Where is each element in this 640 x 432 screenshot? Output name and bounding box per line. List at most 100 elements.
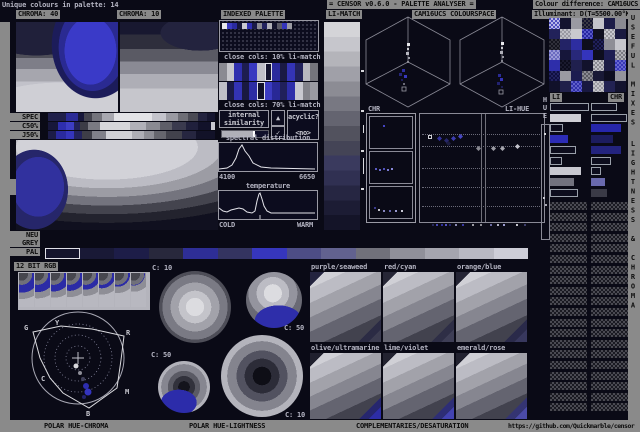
palette-swatch[interactable] <box>264 82 273 100</box>
mix-cell[interactable] <box>571 49 582 60</box>
mix-cell[interactable] <box>571 60 582 71</box>
palette-swatch[interactable] <box>279 63 288 81</box>
palette-swatch[interactable] <box>287 23 292 29</box>
mix-cell[interactable] <box>560 81 571 92</box>
mix-cell[interactable] <box>615 70 626 81</box>
palette-swatch[interactable] <box>256 63 265 81</box>
mix-cell[interactable] <box>571 70 582 81</box>
mix-cell[interactable] <box>560 49 571 60</box>
mix-cell[interactable] <box>604 49 615 60</box>
mix-cell[interactable] <box>560 70 571 81</box>
mix-cell[interactable] <box>560 18 571 29</box>
palette-swatch[interactable] <box>148 248 183 259</box>
palette-swatch[interactable] <box>249 63 257 81</box>
mix-cell[interactable] <box>549 18 560 29</box>
mix-cell[interactable] <box>604 39 615 50</box>
divider <box>481 114 482 222</box>
palette-swatch[interactable] <box>219 63 227 81</box>
mix-cell[interactable] <box>549 39 560 50</box>
palette-swatch[interactable] <box>241 63 250 81</box>
mix-cell[interactable] <box>593 39 604 50</box>
mix-cell[interactable] <box>571 39 582 50</box>
palette-swatch[interactable] <box>286 248 321 259</box>
mix-cell[interactable] <box>604 28 615 39</box>
mix-cell[interactable] <box>571 28 582 39</box>
mix-cell[interactable] <box>604 70 615 81</box>
mix-cell[interactable] <box>615 49 626 60</box>
palette-swatch[interactable] <box>310 63 318 81</box>
mix-cell[interactable] <box>593 81 604 92</box>
palette-swatch[interactable] <box>272 63 280 81</box>
mix-cell[interactable] <box>549 28 560 39</box>
palette-swatch[interactable] <box>459 248 494 259</box>
scroll-up-button[interactable]: ▲ <box>271 110 285 126</box>
mix-cell[interactable] <box>593 49 604 60</box>
mix-cell[interactable] <box>593 60 604 71</box>
palette-swatch[interactable] <box>493 248 528 259</box>
github-url-link[interactable]: https://github.com/Quickmarble/censor <box>508 422 635 430</box>
mix-cell[interactable] <box>615 28 626 39</box>
mix-cell[interactable] <box>582 39 593 50</box>
mix-cell[interactable] <box>593 18 604 29</box>
palette-swatch[interactable] <box>219 82 227 100</box>
mix-cell[interactable] <box>604 18 615 29</box>
data-point <box>451 136 456 141</box>
colour-difference-setting[interactable]: Colour difference: CAM16UCS <box>533 0 640 9</box>
app-title: = CENSOR v0.6.0 - PALETTE ANALYSER = <box>327 0 476 9</box>
palette-swatch[interactable] <box>45 248 80 259</box>
placeholder-bar <box>591 233 628 242</box>
palette-swatch[interactable] <box>264 63 273 81</box>
mix-cell[interactable] <box>604 60 615 71</box>
palette-swatch[interactable] <box>390 248 425 259</box>
mix-cell[interactable] <box>582 60 593 71</box>
palette-swatch[interactable] <box>241 82 250 100</box>
palette-swatch[interactable] <box>183 248 218 259</box>
palette-swatch[interactable] <box>302 82 311 100</box>
palette-swatch[interactable] <box>226 82 235 100</box>
palette-swatch[interactable] <box>287 63 295 81</box>
palette-swatch[interactable] <box>226 63 235 81</box>
mix-cell[interactable] <box>571 18 582 29</box>
palette-swatch[interactable] <box>294 82 303 100</box>
palette-swatch[interactable] <box>294 63 303 81</box>
mix-cell[interactable] <box>582 28 593 39</box>
mix-cell[interactable] <box>615 18 626 29</box>
palette-swatch[interactable] <box>252 248 287 259</box>
mix-cell[interactable] <box>582 81 593 92</box>
mix-cell[interactable] <box>615 60 626 71</box>
mix-cell[interactable] <box>593 28 604 39</box>
palette-swatch[interactable] <box>234 63 242 81</box>
mix-cell[interactable] <box>560 39 571 50</box>
mix-cell[interactable] <box>560 28 571 39</box>
mix-cell[interactable] <box>549 81 560 92</box>
palette-swatch[interactable] <box>424 248 459 259</box>
placeholder-bar <box>591 297 628 306</box>
palette-swatch[interactable] <box>256 82 265 100</box>
mix-cell[interactable] <box>615 39 626 50</box>
palette-swatch[interactable] <box>287 82 295 100</box>
palette-swatch[interactable] <box>279 82 288 100</box>
axis-dot <box>449 224 451 226</box>
mix-cell[interactable] <box>549 70 560 81</box>
mix-cell[interactable] <box>604 81 615 92</box>
mix-cell[interactable] <box>582 70 593 81</box>
palette-swatch[interactable] <box>217 248 252 259</box>
palette-swatch[interactable] <box>79 248 114 259</box>
mix-cell[interactable] <box>549 60 560 71</box>
mix-cell[interactable] <box>593 70 604 81</box>
palette-swatch[interactable] <box>310 82 318 100</box>
palette-swatch[interactable] <box>114 248 149 259</box>
temperature-x-min: COLD <box>219 221 236 229</box>
palette-swatch[interactable] <box>234 82 242 100</box>
palette-swatch[interactable] <box>272 82 280 100</box>
mix-cell[interactable] <box>582 18 593 29</box>
mix-cell[interactable] <box>615 81 626 92</box>
palette-swatch[interactable] <box>302 63 311 81</box>
palette-swatch[interactable] <box>249 82 257 100</box>
palette-swatch[interactable] <box>355 248 390 259</box>
mix-cell[interactable] <box>560 60 571 71</box>
mix-cell[interactable] <box>549 49 560 60</box>
mix-cell[interactable] <box>571 81 582 92</box>
mix-cell[interactable] <box>582 49 593 60</box>
palette-swatch[interactable] <box>321 248 356 259</box>
